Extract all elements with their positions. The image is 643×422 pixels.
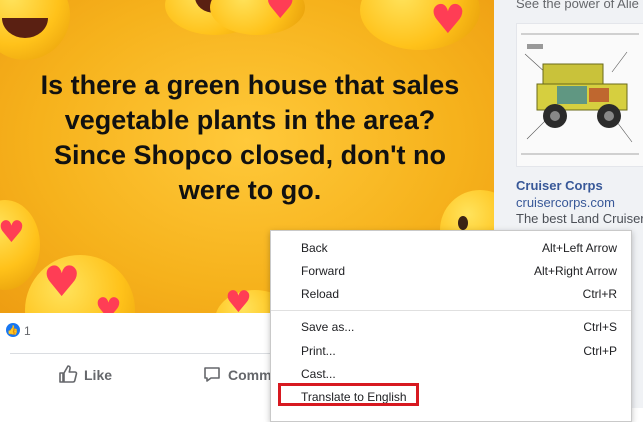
- menu-item-shortcut: Alt+Right Arrow: [533, 264, 617, 278]
- post-text: Is there a green house that sales vegeta…: [40, 70, 460, 205]
- menu-separator: [271, 310, 631, 311]
- menu-item-reload[interactable]: Reload Ctrl+R: [271, 283, 631, 306]
- ad-description[interactable]: The best Land Cruiser: [516, 211, 643, 226]
- heart-eyes-emoji-icon: [0, 0, 70, 60]
- ad-snippet-text[interactable]: See the power of Alie: [516, 0, 639, 11]
- like-button[interactable]: Like: [58, 360, 112, 390]
- vehicle-cutaway-image: [517, 24, 643, 166]
- like-reaction-icon[interactable]: 👍: [6, 323, 20, 337]
- menu-item-shortcut: Ctrl+P: [583, 344, 617, 358]
- heart-eyes-emoji-icon: ♥: [0, 200, 40, 290]
- heart-eyes-emoji-icon: ♥ ♥: [25, 255, 135, 313]
- thumbs-up-icon: [58, 364, 78, 387]
- menu-item-shortcut: Ctrl+R: [582, 287, 617, 301]
- comment-icon: [202, 364, 222, 387]
- menu-item-label: Save as...: [301, 320, 355, 334]
- menu-item-label: Back: [301, 241, 328, 255]
- menu-item-label: Reload: [301, 287, 340, 301]
- comment-button[interactable]: Comme: [202, 360, 279, 390]
- menu-item-save-as[interactable]: Save as... Ctrl+S: [271, 316, 631, 339]
- menu-item-label: Print...: [301, 344, 336, 358]
- menu-item-forward[interactable]: Forward Alt+Right Arrow: [271, 260, 631, 283]
- menu-item-shortcut: Alt+Left Arrow: [541, 241, 617, 255]
- menu-item-print[interactable]: Print... Ctrl+P: [271, 340, 631, 363]
- like-label: Like: [84, 367, 113, 383]
- translate-highlight-box: [278, 383, 419, 406]
- menu-item-label: Cast...: [301, 367, 336, 381]
- ad-url-link[interactable]: cruisercorps.com: [516, 195, 615, 210]
- ad-title-link[interactable]: Cruiser Corps: [516, 178, 603, 193]
- laughing-emoji-icon: ♥: [360, 0, 480, 50]
- menu-item-shortcut: Ctrl+S: [583, 320, 617, 334]
- menu-item-back[interactable]: Back Alt+Left Arrow: [271, 237, 631, 260]
- ad-image[interactable]: [516, 23, 643, 167]
- reaction-count[interactable]: 1: [24, 324, 31, 338]
- menu-item-label: Forward: [301, 264, 346, 278]
